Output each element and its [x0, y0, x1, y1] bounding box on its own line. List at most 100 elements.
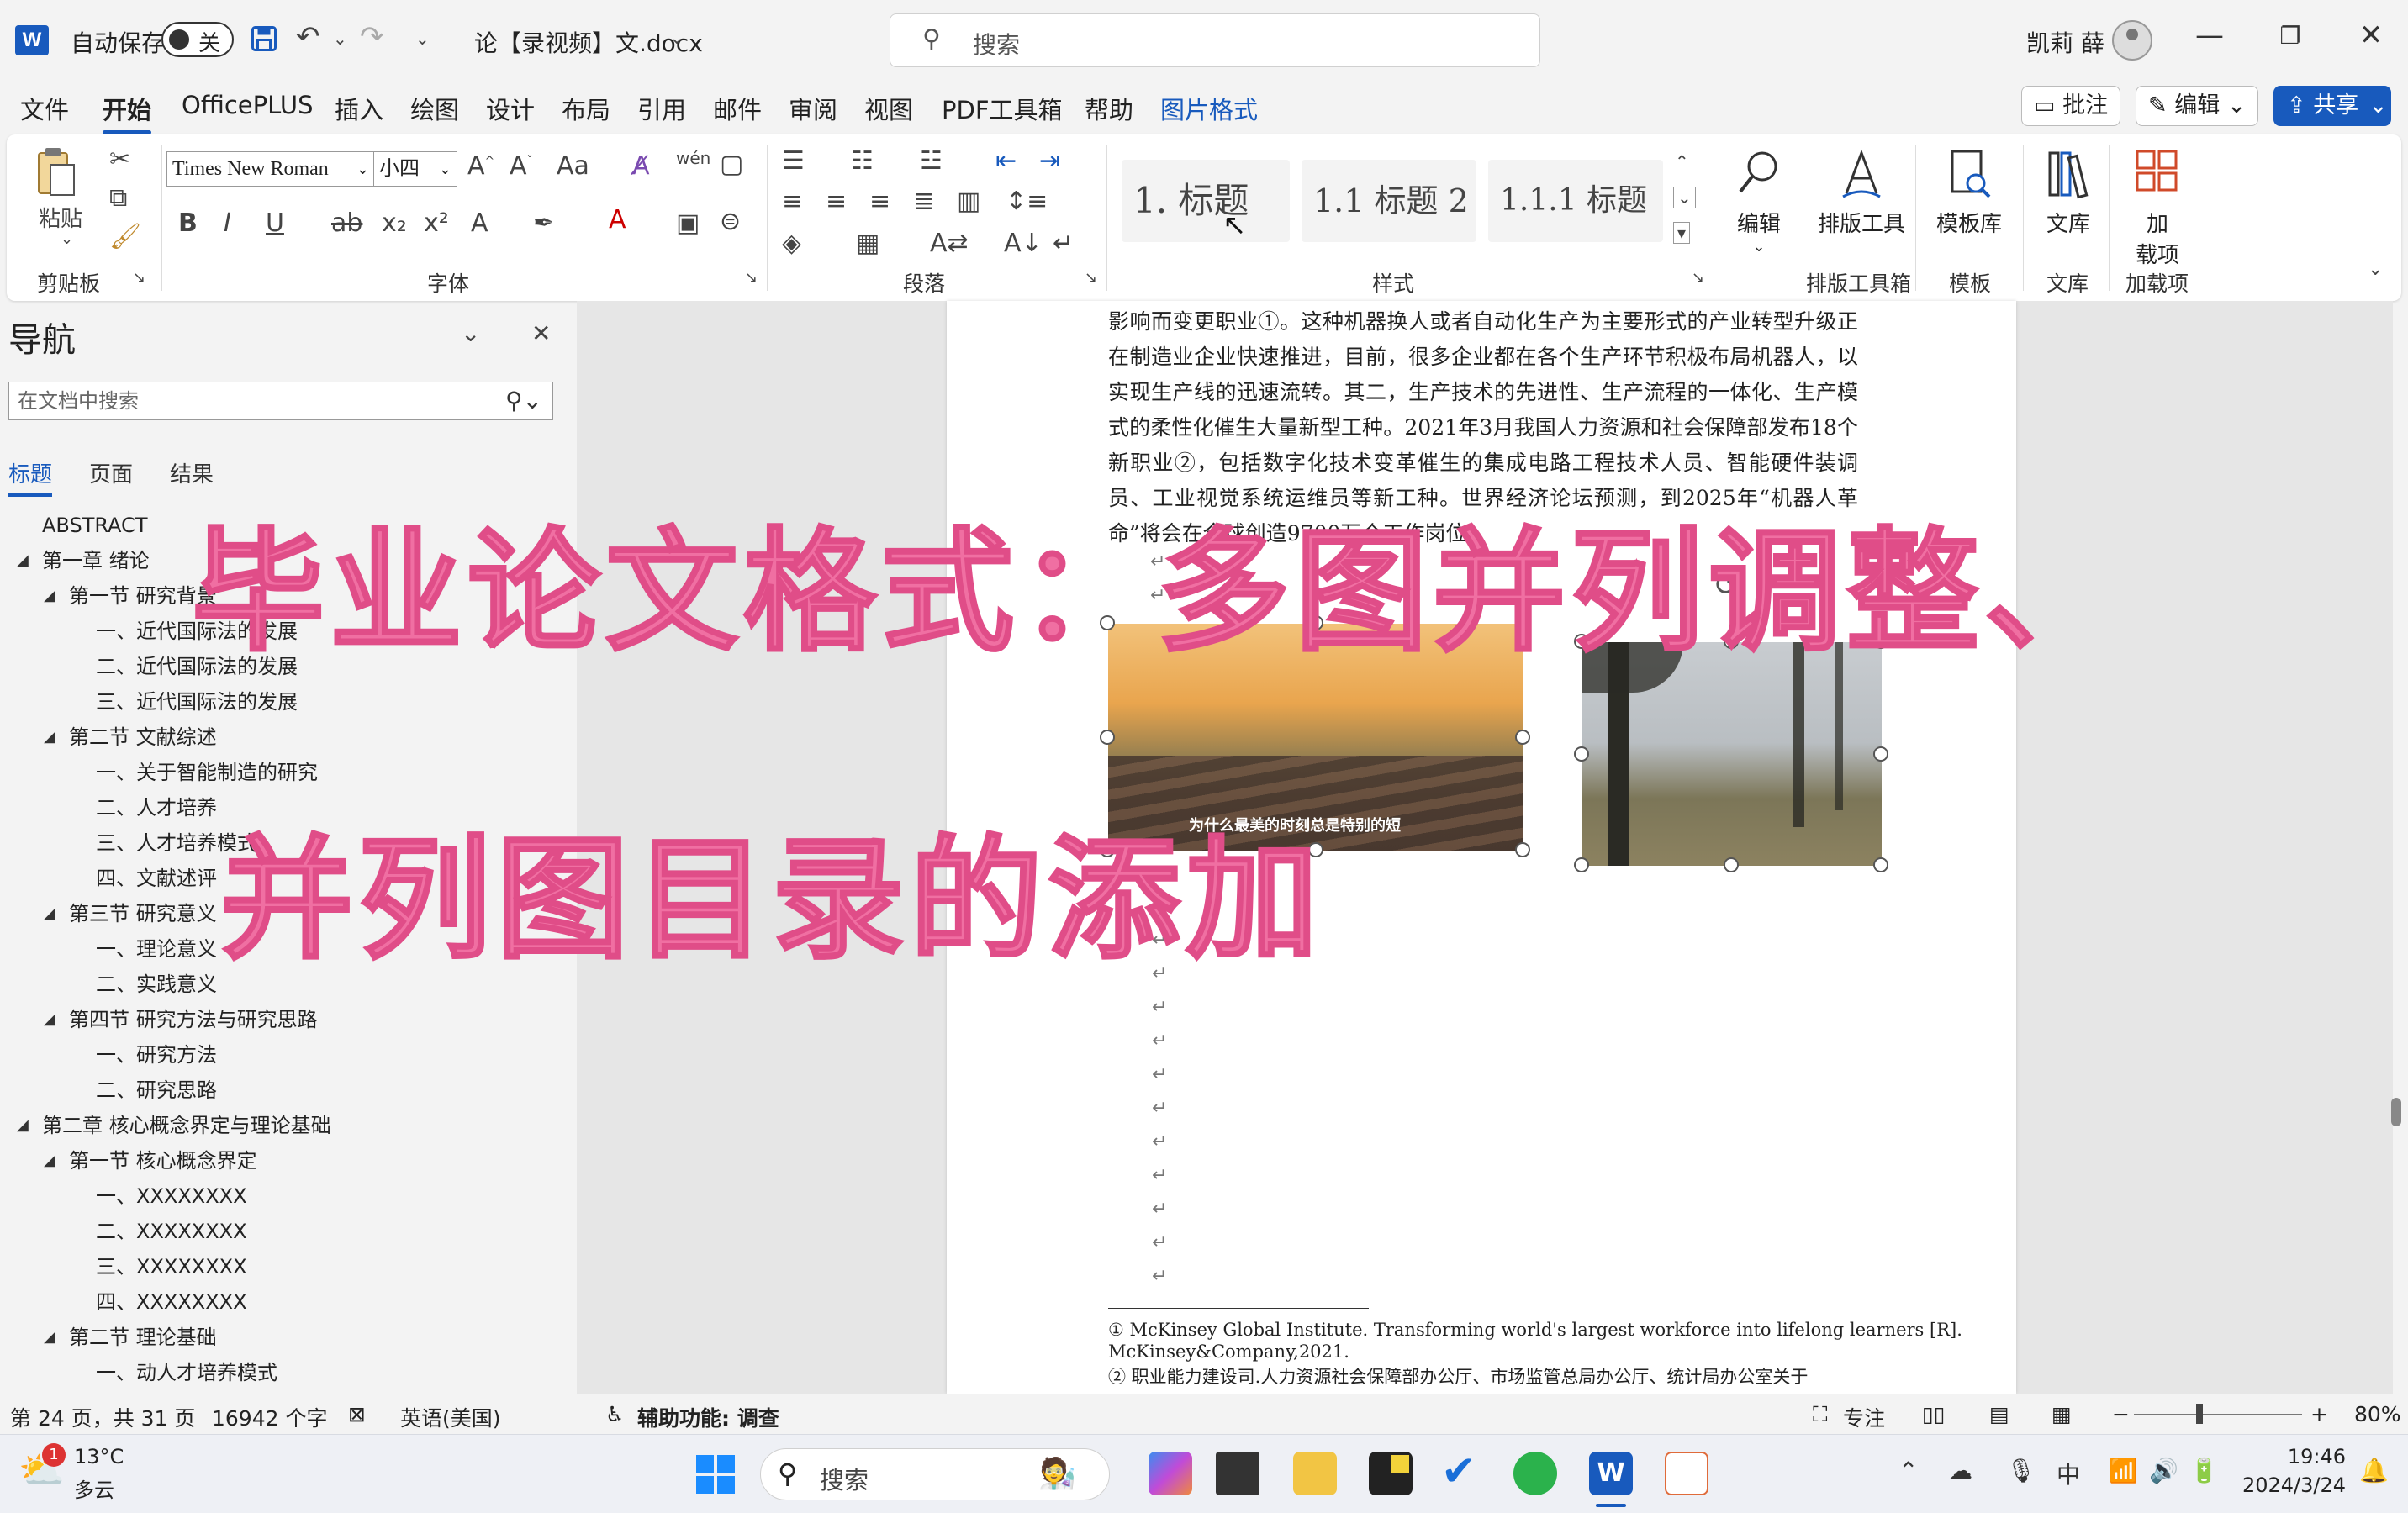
- collapse-triangle-icon[interactable]: ◢: [44, 1002, 55, 1037]
- recorder-icon[interactable]: [1665, 1452, 1708, 1495]
- nav-heading-item[interactable]: 三、近代国际法的发展: [0, 684, 577, 720]
- weather-temp[interactable]: 13°C: [74, 1445, 124, 1468]
- layout-tool-button[interactable]: 排版工具: [1813, 148, 1910, 238]
- undo-dropdown-icon[interactable]: ⌄: [333, 22, 347, 55]
- proofing-icon[interactable]: ⊠: [348, 1402, 366, 1426]
- collapse-ribbon-icon[interactable]: ⌄: [2368, 259, 2383, 280]
- collapse-triangle-icon[interactable]: ◢: [44, 1320, 55, 1355]
- style-heading-1[interactable]: 1. 标题: [1122, 160, 1290, 242]
- change-case-icon[interactable]: Aa: [557, 151, 589, 181]
- wechat-icon[interactable]: [1513, 1452, 1557, 1495]
- autosave-toggle[interactable]: 关: [161, 22, 234, 57]
- chinese-layout-icon[interactable]: A⇄: [930, 229, 969, 258]
- numbering-icon[interactable]: ☷: [851, 146, 874, 176]
- underline-icon[interactable]: U: [266, 208, 284, 238]
- nav-tab-headings[interactable]: 标题: [8, 457, 53, 497]
- taskbar-search[interactable]: ⚲ 搜索 🧑‍🔬: [760, 1448, 1110, 1500]
- resize-handle[interactable]: [1574, 857, 1589, 872]
- print-layout-icon[interactable]: ▤: [1989, 1402, 2009, 1426]
- grow-font-icon[interactable]: A^: [467, 151, 494, 181]
- ime-indicator[interactable]: 中: [2057, 1457, 2080, 1490]
- resize-handle[interactable]: [1574, 746, 1589, 762]
- language[interactable]: 英语(美国): [400, 1402, 501, 1432]
- sticky-notes-icon[interactable]: [1369, 1452, 1413, 1495]
- todo-icon[interactable]: ✔: [1441, 1447, 1476, 1495]
- search-icon[interactable]: ⚲⌄: [505, 382, 542, 419]
- resize-handle[interactable]: [1724, 857, 1739, 872]
- tab-home[interactable]: 开始: [103, 91, 152, 134]
- justify-icon[interactable]: ≣: [913, 187, 934, 216]
- start-icon[interactable]: [694, 1453, 737, 1495]
- word-taskbar-icon[interactable]: W: [1589, 1452, 1633, 1495]
- superscript-icon[interactable]: x²: [424, 208, 449, 238]
- minimize-icon[interactable]: —: [2184, 18, 2235, 52]
- enclose-characters-icon[interactable]: ⊜: [720, 207, 741, 236]
- bullets-icon[interactable]: ☰: [782, 146, 805, 176]
- copy-icon[interactable]: ⧉: [109, 183, 127, 213]
- tab-officeplus[interactable]: OfficePLUS: [182, 91, 313, 119]
- tab-references[interactable]: 引用: [637, 91, 686, 126]
- wenku-button[interactable]: 文库: [2036, 148, 2100, 238]
- font-color-icon[interactable]: A: [609, 205, 626, 235]
- zoom-slider-knob[interactable]: [2196, 1404, 2203, 1424]
- notification-bell-icon[interactable]: 🔔: [2359, 1457, 2389, 1484]
- editing-button[interactable]: 编辑 ⌄: [1727, 148, 1791, 256]
- strikethrough-icon[interactable]: ab: [331, 208, 362, 238]
- shrink-font-icon[interactable]: Aˇ: [510, 151, 533, 181]
- footnote-2[interactable]: ② 职业能力建设司.人力资源社会保障部办公厅、市场监管总局办公厅、统计局办公室关…: [1108, 1363, 1808, 1389]
- style-heading-3[interactable]: 1.1.1 标题: [1488, 160, 1663, 242]
- redo-icon[interactable]: ↷: [360, 20, 384, 54]
- nav-heading-item[interactable]: ◢ 第二章 核心概念界定与理论基础: [0, 1108, 577, 1143]
- battery-icon[interactable]: 🔋: [2189, 1457, 2219, 1484]
- styles-scroll-up-icon[interactable]: ⌃: [1675, 151, 1689, 171]
- resize-handle[interactable]: [1873, 746, 1888, 762]
- paste-icon[interactable]: [34, 146, 77, 200]
- document-title[interactable]: 论【录视频】文.docx: [474, 25, 703, 59]
- tab-pdf-tools[interactable]: PDF工具箱: [942, 91, 1063, 126]
- copilot-icon[interactable]: [1149, 1452, 1192, 1495]
- paragraph-launcher-icon[interactable]: ↘: [1085, 269, 1097, 287]
- styles-more-icon[interactable]: ▾: [1673, 222, 1691, 244]
- collapse-triangle-icon[interactable]: ◢: [44, 896, 55, 931]
- tab-picture-format[interactable]: 图片格式: [1160, 91, 1258, 126]
- text-effects-icon[interactable]: A: [471, 208, 488, 238]
- paste-dropdown-icon[interactable]: ⌄: [61, 230, 73, 248]
- restore-icon[interactable]: ❐: [2265, 22, 2316, 50]
- nav-heading-item[interactable]: 二、XXXXXXXX: [0, 1214, 577, 1249]
- italic-icon[interactable]: I: [224, 208, 231, 238]
- line-spacing-icon[interactable]: ↕≡: [1006, 187, 1048, 216]
- clear-formatting-icon[interactable]: A̸: [632, 151, 650, 181]
- nav-heading-item[interactable]: 一、动人才培养模式: [0, 1355, 577, 1390]
- sort-icon[interactable]: A↓: [1004, 229, 1043, 258]
- page-count[interactable]: 第 24 页，共 31 页: [10, 1402, 195, 1432]
- paste-label[interactable]: 粘贴: [39, 202, 82, 233]
- footnote-1-line-1[interactable]: ① McKinsey Global Institute. Transformin…: [1108, 1320, 1962, 1340]
- nav-search-input[interactable]: 在文档中搜索 ⚲⌄: [8, 382, 553, 420]
- nav-heading-item[interactable]: 一、XXXXXXXX: [0, 1178, 577, 1214]
- font-size-combo[interactable]: 小四 ⌄: [373, 151, 457, 187]
- shading-icon[interactable]: ◈: [782, 229, 801, 258]
- collapse-triangle-icon[interactable]: ◢: [17, 543, 29, 578]
- increase-indent-icon[interactable]: ⇥: [1039, 146, 1060, 176]
- borders-icon[interactable]: ▦: [856, 229, 879, 258]
- tab-help[interactable]: 帮助: [1085, 91, 1133, 126]
- read-mode-icon[interactable]: ▯▯: [1922, 1402, 1946, 1426]
- task-view-icon[interactable]: [1216, 1452, 1259, 1495]
- nav-heading-item[interactable]: 一、研究方法: [0, 1037, 577, 1073]
- multilevel-list-icon[interactable]: ☳: [920, 146, 943, 176]
- wifi-icon[interactable]: 📶: [2109, 1457, 2138, 1484]
- tab-mailings[interactable]: 邮件: [713, 91, 762, 126]
- title-dropdown-icon[interactable]: ⌄: [669, 22, 684, 55]
- nav-heading-item[interactable]: ◢ 第一节 核心概念界定: [0, 1143, 577, 1178]
- tab-file[interactable]: 文件: [20, 91, 69, 126]
- zoom-in-icon[interactable]: +: [2310, 1402, 2328, 1426]
- nav-tab-pages[interactable]: 页面: [89, 457, 133, 488]
- font-launcher-icon[interactable]: ↘: [745, 269, 758, 287]
- template-library-button[interactable]: 模板库: [1920, 148, 2018, 238]
- tab-design[interactable]: 设计: [486, 91, 535, 126]
- focus-icon[interactable]: ⛶: [1813, 1402, 1828, 1427]
- distributed-icon[interactable]: ▥: [957, 187, 980, 216]
- phonetic-guide-icon[interactable]: wén: [676, 148, 710, 168]
- align-left-icon[interactable]: ≡: [782, 187, 803, 216]
- resize-handle[interactable]: [1873, 857, 1888, 872]
